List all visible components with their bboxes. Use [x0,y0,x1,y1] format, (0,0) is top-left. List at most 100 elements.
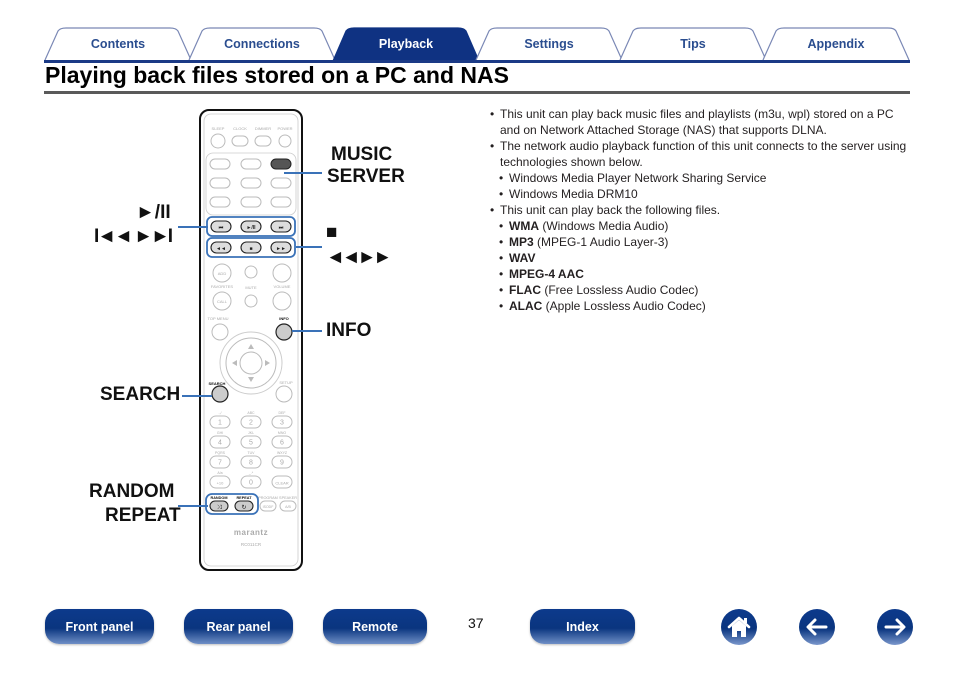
keypad-label: 5 [249,440,253,447]
format-item: FLAC (Free Lossless Audio Codec) [499,282,914,298]
home-icon [727,616,751,637]
digital-in-button [270,177,292,189]
tab-label: Settings [524,36,574,51]
format-desc: (Free Lossless Audio Codec) [541,283,699,297]
callout-music-server: MUSIC SERVER [327,144,405,188]
callout-music: MUSIC [331,144,393,165]
keypad-label: CLEAR [275,481,288,486]
tab-connections[interactable]: Connections [188,27,336,61]
volume-down-button [272,291,292,311]
keypad-sublabel: TUV [248,451,256,455]
tab-label: Appendix [807,36,865,51]
label-power: POWER [277,126,292,131]
callout-repeat: REPEAT [105,505,181,526]
remote-button[interactable]: Remote [323,609,427,644]
page-number: 37 [468,615,484,631]
program-button-label: ISODF [263,505,274,509]
callout-play-pause: ►/II [136,202,171,223]
callout-line-info [292,330,322,332]
callout-stop: ■ [326,222,338,243]
prev-icon: ⏮ [219,225,224,231]
callout-search-fwd-back: ◄◄►► [326,247,392,268]
forward-button[interactable] [877,609,913,645]
play-pause-icon: ►/II [246,225,256,231]
volume-up-button [272,263,292,283]
label-dimmer: DIMMER [255,126,271,131]
keypad-sublabel: MNO [278,431,286,435]
format-item: WMA (Windows Media Audio) [499,218,914,234]
front-panel-button[interactable]: Front panel [45,609,154,644]
setup-label: SETUP [279,380,293,385]
volume-label: VOLUME [274,284,291,289]
label-clock: CLOCK [233,126,247,131]
keypad-sublabel: _.* [248,471,254,475]
chapter-tabs: Contents Connections Playback Settings T… [44,27,910,63]
bullet-item: This unit can play back the following fi… [490,202,914,218]
search-button [211,385,229,403]
arrow-right-icon [884,618,906,636]
speaker-label: SPEAKER [279,496,297,500]
keypad-label: 4 [218,440,222,447]
rear-panel-button[interactable]: Rear panel [184,609,293,644]
program-label: PROGRAM [258,496,278,500]
mute-button [244,294,258,308]
next-icon: ⏭ [279,225,284,231]
callout-line-random-repeat [178,505,208,507]
add-label: ADD [218,271,227,276]
call-label: CALL [217,299,228,304]
title-divider [44,91,910,94]
page-title: Playing back files stored on a PC and NA… [45,62,509,88]
keypad-sublabel: JKL [248,431,254,435]
keypad-sublabel: WXYZ [277,451,288,455]
format-name: FLAC [509,283,541,297]
dimmer-button [254,135,272,147]
index-label: Index [566,619,599,634]
back-button[interactable] [799,609,835,645]
tab-appendix[interactable]: Appendix [762,27,910,61]
callout-line-stop-search [296,246,322,248]
callout-line-music-server [284,172,322,174]
info-button [275,323,293,341]
repeat-icon: ↻ [241,504,246,511]
tab-settings[interactable]: Settings [475,27,623,61]
speaker-button-label: A/B [285,505,291,509]
index-button[interactable]: Index [530,609,635,644]
power-button [278,134,292,148]
music-server-button [270,158,292,170]
tab-tips[interactable]: Tips [619,27,767,61]
remote-label: Remote [352,619,398,634]
keypad-sublabel: PQRS [215,451,226,455]
format-desc: (Apple Lossless Audio Codec) [542,299,706,313]
tab-label: Playback [378,36,434,51]
callout-info: INFO [326,320,372,341]
top-menu-button [211,323,229,341]
format-name: MPEG-4 AAC [509,267,584,281]
bullet-item: This unit can play back music files and … [490,106,914,138]
rewind-icon: ◄◄ [216,246,226,252]
format-name: WAV [509,251,536,265]
model-label: RC011CR [241,542,262,547]
keypad-label: 6 [280,440,284,447]
home-button[interactable] [721,609,757,645]
analog-in-button [240,177,262,189]
tuner-button [209,177,231,189]
tab-playback[interactable]: Playback [332,27,480,61]
keypad-sublabel: GHI [217,431,223,435]
label-sleep: SLEEP [212,126,225,131]
search-label: SEARCH [209,381,226,386]
bullet-item: The network audio playback function of t… [490,138,914,170]
format-item: WAV [499,250,914,266]
keypad-label: 1 [218,420,222,427]
online-music-button [240,158,262,170]
callout-server: SERVER [327,166,405,187]
front-panel-label: Front panel [65,619,134,634]
mute-label: MUTE [245,285,257,290]
tab-label: Contents [90,36,146,51]
keypad-label: 0 [249,480,253,487]
cd-button [270,196,292,208]
tab-contents[interactable]: Contents [44,27,192,61]
format-item: MPEG-4 AAC [499,266,914,282]
sub-bullet-item: Windows Media Player Network Sharing Ser… [499,170,914,186]
keypad-sublabel: .,/ [219,411,222,415]
format-desc: (Windows Media Audio) [539,219,669,233]
